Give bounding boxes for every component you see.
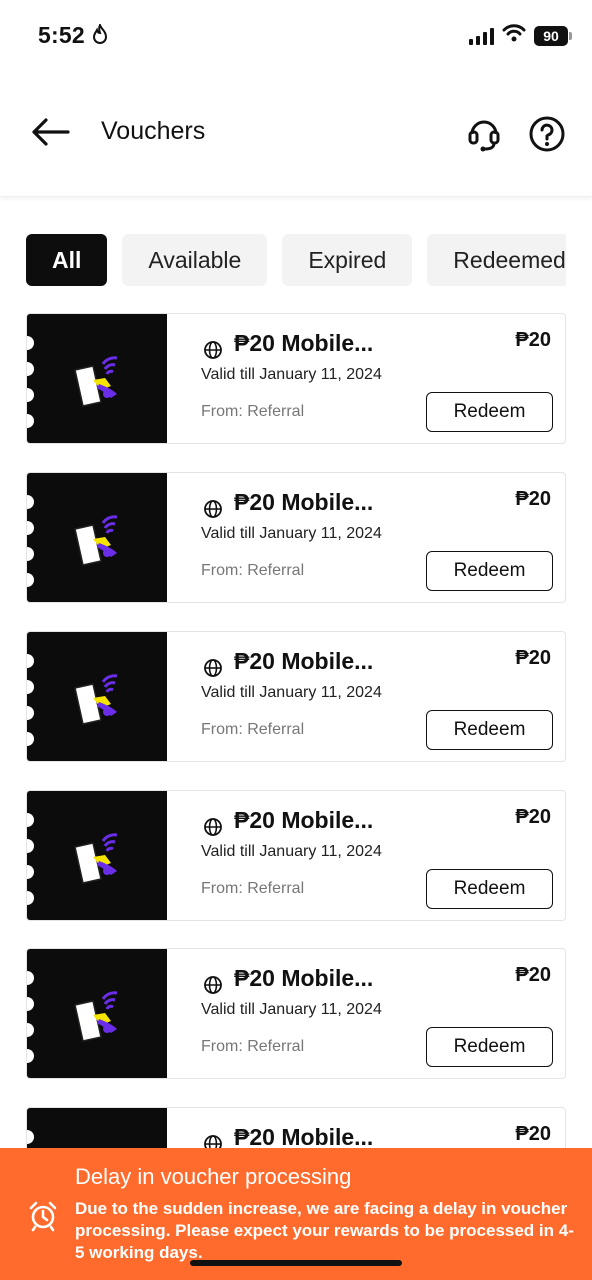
- voucher-amount: ₱20: [515, 647, 551, 669]
- redeem-button[interactable]: Redeem: [426, 392, 553, 432]
- back-button[interactable]: [28, 112, 72, 152]
- voucher-validity: Valid till January 11, 2024: [201, 843, 382, 860]
- mobile-data-illustration: [74, 991, 118, 1042]
- redeem-button[interactable]: Redeem: [426, 710, 553, 750]
- status-indicators: 90: [469, 24, 572, 47]
- voucher-validity: Valid till January 11, 2024: [201, 366, 382, 383]
- battery-indicator: 90: [534, 25, 572, 46]
- page-title: Vouchers: [101, 117, 206, 145]
- redeem-button[interactable]: Redeem: [426, 1027, 553, 1067]
- globe-icon: [204, 341, 222, 359]
- voucher-image: [27, 791, 167, 920]
- voucher-title: ₱20 Mobile...: [234, 807, 374, 833]
- mobile-data-illustration: [74, 674, 118, 725]
- arrow-left-icon: [32, 118, 70, 146]
- voucher-validity: Valid till January 11, 2024: [201, 525, 382, 542]
- voucher-source: From: Referral: [201, 403, 305, 420]
- alarm-clock-icon: [29, 1201, 57, 1232]
- voucher-amount: ₱20: [515, 488, 551, 510]
- voucher-image: [27, 314, 167, 443]
- voucher-card[interactable]: ₱20 Mobile... ₱20 Valid till January 11,…: [26, 313, 566, 444]
- voucher-title: ₱20 Mobile...: [234, 648, 374, 674]
- tab-expired[interactable]: Expired: [282, 234, 413, 286]
- globe-icon: [204, 659, 222, 677]
- banner-message: Due to the sudden increase, we are facin…: [75, 1199, 574, 1262]
- voucher-title: ₱20 Mobile...: [234, 330, 374, 356]
- voucher-validity: Valid till January 11, 2024: [201, 1001, 382, 1018]
- redeem-button[interactable]: Redeem: [426, 869, 553, 909]
- voucher-source: From: Referral: [201, 880, 305, 897]
- tab-all[interactable]: All: [26, 234, 108, 286]
- voucher-validity: Valid till January 11, 2024: [201, 684, 382, 701]
- mobile-data-illustration: [74, 833, 118, 884]
- voucher-amount: ₱20: [515, 806, 551, 828]
- voucher-image: [27, 632, 167, 761]
- voucher-title: ₱20 Mobile...: [234, 1124, 374, 1150]
- voucher-card[interactable]: ₱20 Mobile... ₱20 Valid till January 11,…: [26, 790, 566, 921]
- voucher-amount: ₱20: [515, 964, 551, 986]
- question-icon: [529, 116, 565, 152]
- app-header: Vouchers: [0, 66, 592, 197]
- voucher-source: From: Referral: [201, 1038, 305, 1055]
- voucher-amount: ₱20: [515, 1123, 551, 1145]
- voucher-card[interactable]: ₱20 Mobile... ₱20 Valid till January 11,…: [26, 948, 566, 1079]
- signal-icon: [469, 27, 494, 45]
- globe-icon: [204, 818, 222, 836]
- mobile-data-illustration: [74, 356, 118, 407]
- globe-icon: [204, 500, 222, 518]
- banner-title: Delay in voucher processing: [75, 1164, 352, 1189]
- redeem-button[interactable]: Redeem: [426, 551, 553, 591]
- tab-redeemed[interactable]: Redeemed: [427, 234, 566, 286]
- voucher-source: From: Referral: [201, 562, 305, 579]
- status-time: 5:52: [38, 22, 85, 48]
- help-button[interactable]: [527, 114, 567, 154]
- status-bar: 5:52 90: [0, 0, 592, 66]
- voucher-card[interactable]: ₱20 Mobile... ₱20 Valid till January 11,…: [26, 472, 566, 603]
- headset-icon: [468, 120, 500, 152]
- voucher-image: [27, 949, 167, 1078]
- voucher-title: ₱20 Mobile...: [234, 965, 374, 991]
- wifi-icon: [502, 24, 526, 47]
- voucher-card[interactable]: ₱20 Mobile... ₱20 Valid till January 11,…: [26, 631, 566, 762]
- mobile-data-illustration: [74, 515, 118, 566]
- support-button[interactable]: [464, 114, 504, 154]
- globe-icon: [204, 976, 222, 994]
- flame-icon: [92, 22, 108, 49]
- tab-available[interactable]: Available: [122, 234, 268, 286]
- voucher-title: ₱20 Mobile...: [234, 489, 374, 515]
- home-indicator: [190, 1260, 402, 1266]
- voucher-image: [27, 473, 167, 602]
- voucher-source: From: Referral: [201, 721, 305, 738]
- filter-tabs: All Available Expired Redeemed: [26, 234, 566, 286]
- voucher-amount: ₱20: [515, 329, 551, 351]
